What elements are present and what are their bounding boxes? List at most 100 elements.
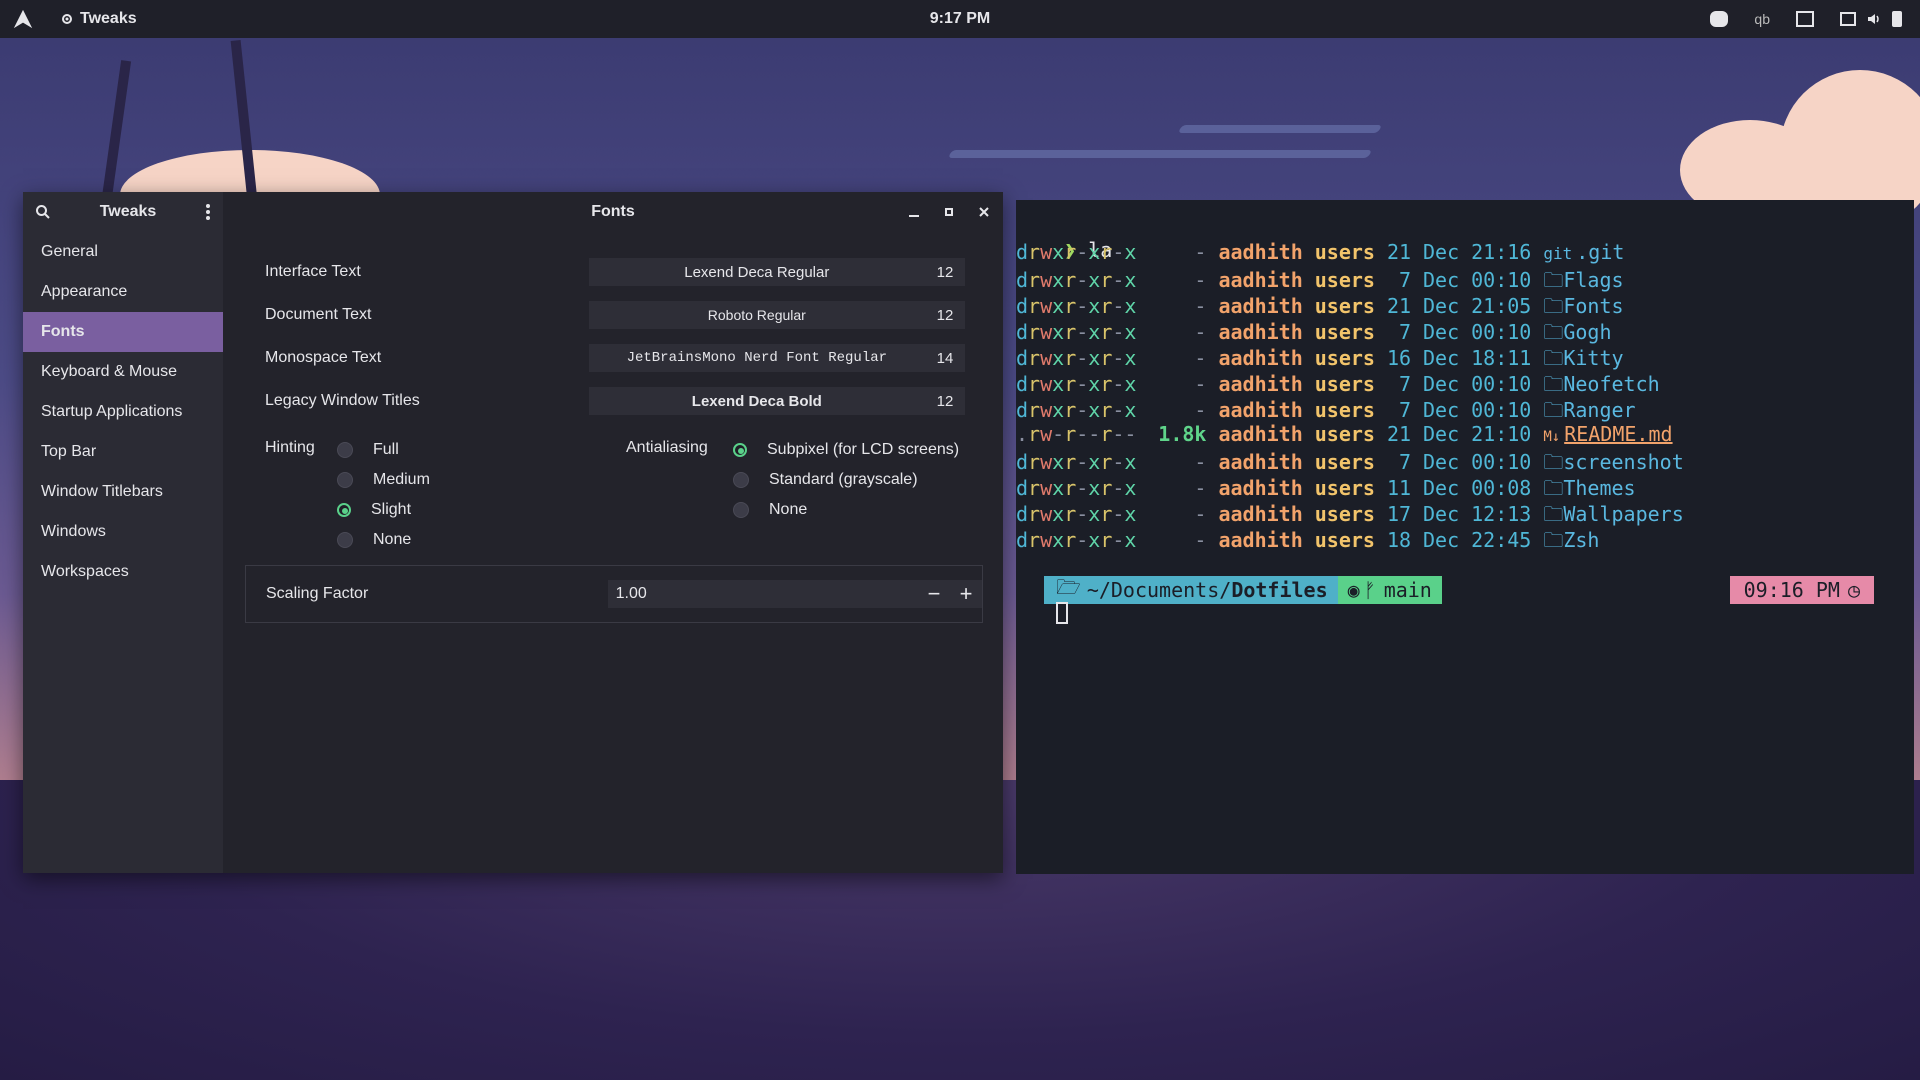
- owner: aadhith: [1218, 476, 1303, 500]
- month: Dec: [1422, 528, 1460, 552]
- search-icon[interactable]: [35, 204, 51, 220]
- prompt-time: 09:16 PM: [1743, 578, 1840, 602]
- maximize-button[interactable]: [945, 208, 953, 216]
- listing-row: .rw-r--r-- 1.8k aadhith users 21 Dec 21:10 M↓ RE…: [1016, 422, 1673, 448]
- terminal-window[interactable]: ❯ la drwxr-xr-x - aadhith users 21 Dec 21:16 gi…: [1016, 200, 1914, 874]
- permission-char: -: [1076, 320, 1089, 344]
- permissions: drwxr-xr-x: [1016, 528, 1136, 552]
- permission-char: r: [1028, 422, 1041, 446]
- hinting-option-slight[interactable]: Slight: [337, 495, 430, 525]
- sidebar-item-general[interactable]: General: [23, 232, 223, 272]
- windows-overview-icon[interactable]: [1796, 11, 1814, 27]
- option-label: Subpixel (for LCD screens): [767, 441, 960, 458]
- file-name: .git: [1576, 240, 1625, 264]
- time: 21:16: [1471, 240, 1532, 264]
- hinting-option-none[interactable]: None: [337, 525, 430, 555]
- sidebar-item-fonts[interactable]: Fonts: [23, 312, 223, 352]
- option-label: Medium: [373, 471, 430, 488]
- listing-row: drwxr-xr-x - aadhith users 7 Dec 00:10 🗀Flags: [1016, 266, 1624, 292]
- time: 00:10: [1471, 320, 1532, 344]
- document-font-button[interactable]: Roboto Regular 12: [588, 301, 965, 329]
- month: Dec: [1422, 372, 1460, 396]
- interface-font-button[interactable]: Lexend Deca Regular 12: [588, 258, 965, 286]
- permission-char: w: [1040, 294, 1053, 318]
- permission-char: r: [1028, 476, 1041, 500]
- active-app-menu[interactable]: Tweaks: [60, 10, 137, 28]
- permission-char: x: [1124, 240, 1137, 264]
- group: users: [1314, 422, 1375, 446]
- permission-char: x: [1088, 240, 1101, 264]
- permission-char: d: [1016, 320, 1029, 344]
- hinting-option-full[interactable]: Full: [337, 435, 430, 465]
- file-name: Themes: [1563, 476, 1636, 500]
- file-size: -: [1194, 502, 1207, 526]
- sidebar-item-appearance[interactable]: Appearance: [23, 272, 223, 312]
- increase-button[interactable]: +: [950, 581, 982, 607]
- permission-char: w: [1040, 372, 1053, 396]
- permission-char: -: [1076, 372, 1089, 396]
- antialiasing-option-standard[interactable]: Standard (grayscale): [733, 465, 959, 495]
- sidebar-item-top-bar[interactable]: Top Bar: [23, 432, 223, 472]
- permission-char: d: [1016, 268, 1029, 292]
- permission-char: r: [1100, 294, 1113, 318]
- permission-char: w: [1040, 320, 1053, 344]
- volume-icon: [1868, 14, 1879, 24]
- permission-char: -: [1124, 422, 1137, 446]
- sidebar-item-startup-applications[interactable]: Startup Applications: [23, 392, 223, 432]
- file-name: Wallpapers: [1563, 502, 1684, 526]
- hinting-group: Hinting Full Medium Slight None: [265, 435, 430, 555]
- folder-icon: 🗀: [1543, 502, 1564, 526]
- day: 21: [1386, 240, 1412, 264]
- antialiasing-option-subpixel[interactable]: Subpixel (for LCD screens): [733, 435, 959, 465]
- permission-char: w: [1040, 398, 1053, 422]
- sidebar-item-keyboard-mouse[interactable]: Keyboard & Mouse: [23, 352, 223, 392]
- radio-dot: [733, 502, 749, 518]
- sidebar-item-workspaces[interactable]: Workspaces: [23, 552, 223, 592]
- file-size: -: [1194, 294, 1207, 318]
- permission-char: d: [1016, 398, 1029, 422]
- hinting-option-medium[interactable]: Medium: [337, 465, 430, 495]
- time: 00:10: [1471, 450, 1532, 474]
- font-size: 12: [936, 306, 954, 324]
- permission-char: r: [1028, 450, 1041, 474]
- font-row-label: Monospace Text: [265, 349, 382, 366]
- permission-char: x: [1124, 268, 1137, 292]
- sidebar-item-window-titlebars[interactable]: Window Titlebars: [23, 472, 223, 512]
- prompt-git-segment: ◉ ᚠ main: [1337, 576, 1442, 604]
- permission-char: w: [1040, 268, 1053, 292]
- scaling-factor-value[interactable]: 1.00: [608, 585, 918, 603]
- owner: aadhith: [1218, 528, 1303, 552]
- menu-kebab-icon[interactable]: [205, 203, 211, 221]
- folder-icon: 🗀: [1543, 450, 1564, 474]
- permissions: drwxr-xr-x: [1016, 372, 1136, 396]
- sky-streak: [947, 150, 1373, 158]
- close-button[interactable]: [979, 207, 989, 217]
- listing-row: drwxr-xr-x - aadhith users 11 Dec 00:08 🗀Themes: [1016, 474, 1636, 500]
- permission-char: w: [1040, 476, 1053, 500]
- status-cluster[interactable]: [1840, 11, 1902, 27]
- permission-char: r: [1028, 528, 1041, 552]
- window-controls: [909, 192, 989, 232]
- sidebar-item-windows[interactable]: Windows: [23, 512, 223, 552]
- file-name: Gogh: [1563, 320, 1612, 344]
- antialiasing-option-none[interactable]: None: [733, 495, 959, 525]
- owner: aadhith: [1218, 346, 1303, 370]
- minimize-button[interactable]: [909, 215, 919, 217]
- scaling-factor-spinbutton[interactable]: 1.00 − +: [607, 580, 982, 608]
- permission-char: x: [1088, 372, 1101, 396]
- permission-char: x: [1124, 372, 1137, 396]
- qbittorrent-icon[interactable]: qb: [1754, 11, 1770, 27]
- arch-logo-icon[interactable]: [12, 8, 34, 30]
- day: 7: [1398, 372, 1411, 396]
- decrease-button[interactable]: −: [918, 581, 950, 607]
- permissions: drwxr-xr-x: [1016, 398, 1136, 422]
- font-row-legacy-titles: Legacy Window Titles Lexend Deca Bold 12: [265, 385, 965, 417]
- legacy-titles-font-button[interactable]: Lexend Deca Bold 12: [588, 387, 965, 415]
- permission-char: x: [1124, 528, 1137, 552]
- discord-icon[interactable]: [1710, 11, 1729, 27]
- system-tray: qb: [1710, 0, 1902, 38]
- clock[interactable]: 9:17 PM: [930, 10, 990, 28]
- file-size: -: [1194, 398, 1207, 422]
- month: Dec: [1422, 346, 1460, 370]
- monospace-font-button[interactable]: JetBrainsMono Nerd Font Regular 14: [588, 344, 965, 372]
